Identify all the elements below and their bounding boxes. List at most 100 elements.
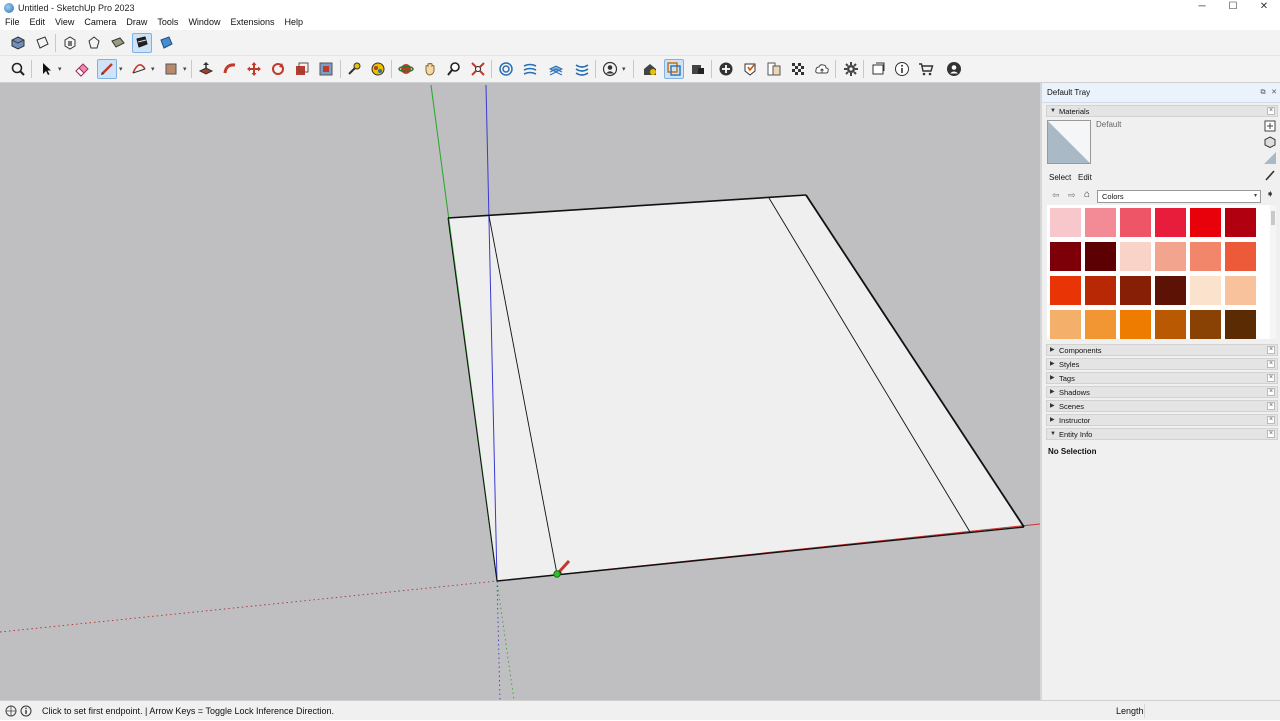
color-swatch[interactable] [1119, 207, 1152, 238]
instructor-info-icon[interactable] [20, 705, 32, 717]
color-swatch[interactable] [1119, 275, 1152, 306]
section-plane-icon[interactable] [664, 59, 684, 79]
color-swatch[interactable] [1049, 275, 1082, 306]
color-swatch[interactable] [1084, 275, 1117, 306]
shopping-cart-icon[interactable] [916, 59, 936, 79]
extension-warehouse-icon[interactable] [740, 59, 760, 79]
offset-tool-icon[interactable] [316, 59, 336, 79]
minimize-button[interactable]: ─ [1186, 0, 1218, 15]
select-tool-icon[interactable] [36, 59, 56, 79]
entity-info-panel-header[interactable]: ▼ Entity Info × [1046, 428, 1278, 440]
search-icon[interactable] [8, 59, 28, 79]
left-view-icon[interactable] [132, 33, 152, 53]
rotate-tool-icon[interactable] [268, 59, 288, 79]
push-pull-tool-icon[interactable] [196, 59, 216, 79]
color-swatch[interactable] [1119, 241, 1152, 272]
tray-close-icon[interactable]: ✕ [1270, 89, 1278, 97]
tags-panel-header[interactable]: ▶ Tags × [1046, 372, 1278, 384]
zoom-tool-icon[interactable] [444, 59, 464, 79]
pin-icon[interactable]: ⧉ [1259, 89, 1267, 97]
panel-close-icon[interactable]: × [1267, 374, 1275, 382]
layout-icon[interactable] [764, 59, 784, 79]
panel-close-icon[interactable]: × [1267, 416, 1275, 424]
pencil-line-tool-icon[interactable] [97, 59, 117, 79]
close-button[interactable]: ✕ [1248, 0, 1280, 15]
menu-help[interactable]: Help [279, 15, 308, 30]
shapes-dropdown-icon[interactable]: ▾ [183, 65, 187, 73]
color-swatch[interactable] [1189, 241, 1222, 272]
top-view-icon[interactable] [32, 33, 52, 53]
color-swatch[interactable] [1154, 241, 1187, 272]
menu-file[interactable]: File [0, 15, 25, 30]
menu-edit[interactable]: Edit [25, 15, 51, 30]
materials-panel-header[interactable]: ▼ Materials × [1046, 105, 1278, 117]
color-swatch[interactable] [1224, 309, 1257, 339]
forward-arrow-icon[interactable]: ⇨ [1068, 190, 1076, 201]
components-camera-icon[interactable] [688, 59, 708, 79]
color-swatch[interactable] [1084, 241, 1117, 272]
pan-tool-icon[interactable] [420, 59, 440, 79]
create-material-icon[interactable] [1264, 120, 1276, 132]
maximize-button[interactable]: ☐ [1217, 0, 1249, 15]
info-icon[interactable] [892, 59, 912, 79]
panel-close-icon[interactable]: × [1267, 388, 1275, 396]
profile-icon[interactable] [944, 59, 964, 79]
material-shade-icon[interactable] [1264, 152, 1276, 164]
tab-select[interactable]: Select [1049, 173, 1071, 182]
sandbox-from-scratch-icon[interactable] [520, 59, 540, 79]
account-dropdown-icon[interactable]: ▾ [622, 65, 626, 73]
tape-measure-tool-icon[interactable] [344, 59, 364, 79]
panel-close-icon[interactable]: × [1267, 107, 1275, 115]
components-panel-header[interactable]: ▶ Components × [1046, 344, 1278, 356]
stamp-tool-icon[interactable] [572, 59, 592, 79]
menu-camera[interactable]: Camera [79, 15, 121, 30]
arc-tool-icon[interactable] [129, 59, 149, 79]
sample-paint-icon[interactable] [1264, 169, 1276, 181]
menu-tools[interactable]: Tools [152, 15, 183, 30]
back-view-icon[interactable] [108, 33, 128, 53]
color-swatch[interactable] [1154, 275, 1187, 306]
front-view-icon[interactable] [60, 33, 80, 53]
color-swatch[interactable] [1224, 275, 1257, 306]
color-swatch[interactable] [1049, 241, 1082, 272]
color-swatch[interactable] [1049, 207, 1082, 238]
sandbox-from-contours-icon[interactable] [496, 59, 516, 79]
select-dropdown-icon[interactable]: ▾ [58, 65, 62, 73]
right-view-icon[interactable] [84, 33, 104, 53]
material-cube-icon[interactable] [1264, 136, 1276, 149]
color-swatch[interactable] [1119, 309, 1152, 339]
bottom-view-icon[interactable] [156, 33, 176, 53]
shadows-panel-header[interactable]: ▶ Shadows × [1046, 386, 1278, 398]
color-swatch[interactable] [1224, 241, 1257, 272]
panel-close-icon[interactable]: × [1267, 402, 1275, 410]
menu-view[interactable]: View [50, 15, 79, 30]
user-account-icon[interactable] [600, 59, 620, 79]
scale-tool-icon[interactable] [292, 59, 312, 79]
color-swatch[interactable] [1224, 207, 1257, 238]
color-swatch[interactable] [1084, 309, 1117, 339]
cloud-upload-icon[interactable] [812, 59, 832, 79]
panel-close-icon[interactable]: × [1267, 346, 1275, 354]
home-icon[interactable]: ⌂ [1084, 189, 1090, 200]
eraser-tool-icon[interactable] [72, 59, 92, 79]
smoove-tool-icon[interactable] [546, 59, 566, 79]
back-arrow-icon[interactable]: ⇦ [1052, 190, 1060, 201]
warehouse-icon[interactable] [640, 59, 660, 79]
iso-view-icon[interactable] [8, 33, 28, 53]
tray-toggle-icon[interactable] [868, 59, 888, 79]
arc-dropdown-icon[interactable]: ▾ [151, 65, 155, 73]
library-select[interactable]: Colors ▾ [1097, 190, 1261, 203]
details-arrow-icon[interactable]: ➧ [1266, 189, 1274, 200]
color-swatch[interactable] [1189, 309, 1222, 339]
paint-bucket-tool-icon[interactable] [368, 59, 388, 79]
scenes-panel-header[interactable]: ▶ Scenes × [1046, 400, 1278, 412]
color-swatch[interactable] [1049, 309, 1082, 339]
color-swatch[interactable] [1189, 275, 1222, 306]
color-swatch[interactable] [1189, 207, 1222, 238]
panel-close-icon[interactable]: × [1267, 360, 1275, 368]
settings-gear-icon[interactable] [841, 59, 861, 79]
color-swatch[interactable] [1154, 207, 1187, 238]
instructor-panel-header[interactable]: ▶ Instructor × [1046, 414, 1278, 426]
style-builder-icon[interactable] [788, 59, 808, 79]
menu-window[interactable]: Window [183, 15, 225, 30]
